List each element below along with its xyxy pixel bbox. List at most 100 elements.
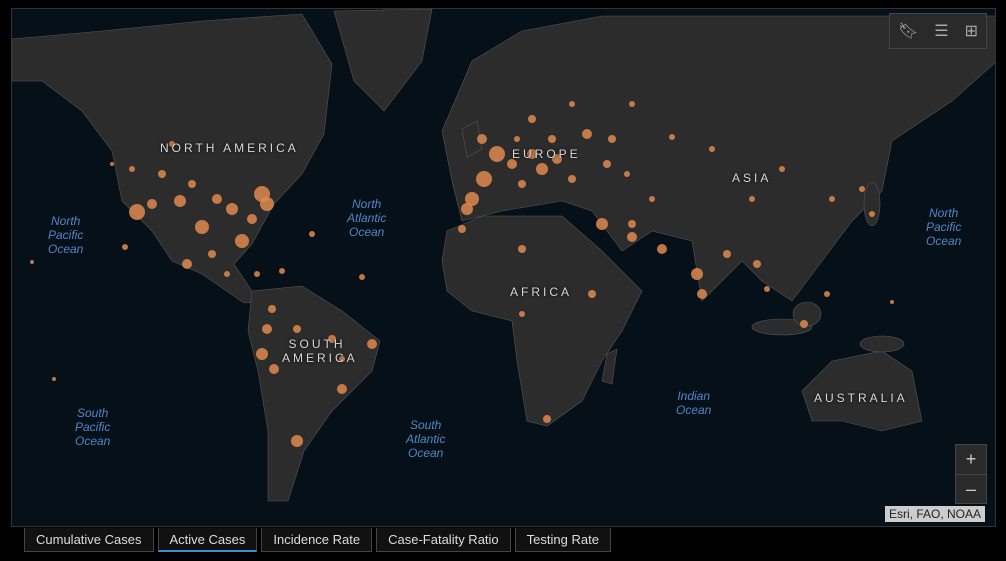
case-bubble[interactable] — [697, 289, 707, 299]
region-label-south-america: SOUTH AMERICA — [282, 337, 358, 365]
case-bubble[interactable] — [582, 129, 592, 139]
case-bubble[interactable] — [461, 203, 473, 215]
case-bubble[interactable] — [624, 171, 630, 177]
case-bubble[interactable] — [247, 214, 257, 224]
case-bubble[interactable] — [569, 101, 575, 107]
case-bubble[interactable] — [293, 325, 301, 333]
case-bubble[interactable] — [489, 146, 505, 162]
case-bubble[interactable] — [890, 300, 894, 304]
case-bubble[interactable] — [269, 364, 279, 374]
case-bubble[interactable] — [279, 268, 285, 274]
ocean-label-north-pacific: North Pacific Ocean — [48, 214, 84, 256]
zoom-out-button[interactable]: – — [956, 475, 986, 504]
zoom-in-button[interactable]: + — [956, 445, 986, 475]
case-bubble[interactable] — [268, 305, 276, 313]
case-bubble[interactable] — [224, 271, 230, 277]
case-bubble[interactable] — [110, 162, 114, 166]
case-bubble[interactable] — [764, 286, 770, 292]
legend-list-icon[interactable]: ☰ — [934, 21, 948, 41]
map-attribution: Esri, FAO, NOAA — [884, 506, 985, 522]
case-bubble[interactable] — [174, 195, 186, 207]
case-bubble[interactable] — [779, 166, 785, 172]
case-bubble[interactable] — [536, 163, 548, 175]
case-bubble[interactable] — [753, 260, 761, 268]
case-bubble[interactable] — [603, 160, 611, 168]
case-bubble[interactable] — [829, 196, 835, 202]
case-bubble[interactable] — [30, 260, 34, 264]
case-bubble[interactable] — [359, 274, 365, 280]
case-bubble[interactable] — [514, 136, 520, 142]
case-bubble[interactable] — [608, 135, 616, 143]
metric-tabs: Cumulative Cases Active Cases Incidence … — [24, 528, 611, 552]
ocean-label-south-pacific: South Pacific Ocean — [75, 406, 111, 448]
case-bubble[interactable] — [52, 377, 56, 381]
case-bubble[interactable] — [657, 244, 667, 254]
ocean-label-indian: Indian Ocean — [676, 389, 712, 417]
case-bubble[interactable] — [568, 175, 576, 183]
case-bubble[interactable] — [260, 197, 274, 211]
case-bubble[interactable] — [869, 211, 875, 217]
case-bubble[interactable] — [709, 146, 715, 152]
case-bubble[interactable] — [669, 134, 675, 140]
case-bubble[interactable] — [262, 324, 272, 334]
greenland — [333, 9, 433, 112]
case-bubble[interactable] — [476, 171, 492, 187]
tab-active-cases[interactable]: Active Cases — [157, 528, 258, 552]
case-bubble[interactable] — [226, 203, 238, 215]
case-bubble[interactable] — [122, 244, 128, 250]
south-america — [247, 285, 381, 502]
tab-cumulative-cases[interactable]: Cumulative Cases — [24, 528, 154, 552]
region-label-europe: EUROPE — [512, 147, 581, 161]
basemap-gallery-icon[interactable]: ⊞ — [965, 21, 978, 41]
case-bubble[interactable] — [859, 186, 865, 192]
case-bubble[interactable] — [212, 194, 222, 204]
case-bubble[interactable] — [147, 199, 157, 209]
case-bubble[interactable] — [548, 135, 556, 143]
tab-case-fatality-ratio[interactable]: Case-Fatality Ratio — [376, 528, 511, 552]
case-bubble[interactable] — [477, 134, 487, 144]
zoom-control: + – — [955, 444, 987, 504]
case-bubble[interactable] — [649, 196, 655, 202]
case-bubble[interactable] — [188, 180, 196, 188]
bookmark-icon[interactable]: 🔖︎ — [898, 21, 918, 41]
case-bubble[interactable] — [235, 234, 249, 248]
region-label-africa: AFRICA — [510, 285, 573, 299]
case-bubble[interactable] — [627, 232, 637, 242]
north-america — [12, 13, 333, 304]
case-bubble[interactable] — [723, 250, 731, 258]
japan — [863, 181, 881, 227]
tab-testing-rate[interactable]: Testing Rate — [514, 528, 611, 552]
region-label-north-america: NORTH AMERICA — [160, 141, 299, 155]
case-bubble[interactable] — [254, 271, 260, 277]
case-bubble[interactable] — [518, 180, 526, 188]
case-bubble[interactable] — [129, 204, 145, 220]
world-map[interactable]: NORTH AMERICA SOUTH AMERICA EUROPE AFRIC… — [11, 8, 996, 527]
case-bubble[interactable] — [824, 291, 830, 297]
case-bubble[interactable] — [543, 415, 551, 423]
region-label-australia: AUSTRALIA — [814, 391, 908, 405]
case-bubble[interactable] — [208, 250, 216, 258]
case-bubble[interactable] — [129, 166, 135, 172]
tab-incidence-rate[interactable]: Incidence Rate — [261, 528, 373, 552]
case-bubble[interactable] — [367, 339, 377, 349]
case-bubble[interactable] — [800, 320, 808, 328]
case-bubble[interactable] — [749, 196, 755, 202]
case-bubble[interactable] — [182, 259, 192, 269]
case-bubble[interactable] — [519, 311, 525, 317]
case-bubble[interactable] — [628, 220, 636, 228]
case-bubble[interactable] — [337, 384, 347, 394]
region-label-asia: ASIA — [732, 171, 772, 185]
case-bubble[interactable] — [528, 115, 536, 123]
case-bubble[interactable] — [518, 245, 526, 253]
case-bubble[interactable] — [309, 231, 315, 237]
case-bubble[interactable] — [629, 101, 635, 107]
case-bubble[interactable] — [195, 220, 209, 234]
case-bubble[interactable] — [291, 435, 303, 447]
ocean-label-north-atlantic: North Atlantic Ocean — [347, 197, 387, 239]
case-bubble[interactable] — [691, 268, 703, 280]
case-bubble[interactable] — [458, 225, 466, 233]
case-bubble[interactable] — [256, 348, 268, 360]
case-bubble[interactable] — [158, 170, 166, 178]
case-bubble[interactable] — [596, 218, 608, 230]
case-bubble[interactable] — [588, 290, 596, 298]
